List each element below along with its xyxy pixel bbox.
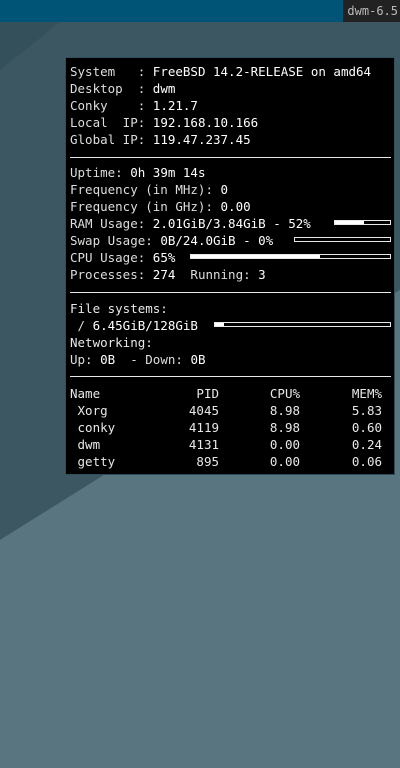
freq-mhz-row: Frequency (in MHz): 0 (70, 181, 228, 198)
running-value: 3 (258, 267, 266, 282)
ram-value: 2.01GiB/3.84GiB - 52% (152, 216, 311, 231)
ram-row: RAM Usage: 2.01GiB/3.84GiB - 52% (70, 215, 311, 232)
root-fs-row: / 6.45GiB/128GiB (70, 317, 198, 334)
divider (70, 292, 391, 293)
swap-value: 0B/24.0GiB - 0% (160, 233, 274, 248)
process-row: conky 4119 8.98 0.60 (70, 419, 388, 436)
col-pid-header: PID (196, 386, 219, 401)
network-row: Up: 0B - Down: 0B (70, 351, 206, 368)
cpu-label: CPU Usage: (70, 250, 153, 265)
desktop-label: Desktop : (70, 81, 153, 96)
process-row: Xorg 4045 8.98 5.83 (70, 402, 388, 419)
divider (70, 157, 391, 158)
swap-usage-bar (294, 237, 391, 242)
uptime-value: 0h 39m 14s (130, 165, 206, 180)
system-row: System : FreeBSD 14.2-RELEASE on amd64 (70, 63, 371, 80)
down-label: - Down: (115, 352, 191, 367)
running-label: Running: (175, 267, 259, 282)
uptime-label: Uptime: (70, 165, 131, 180)
local-ip-value: 192.168.10.166 (152, 115, 259, 130)
processes-row: Processes: 274 Running: 3 (70, 266, 266, 283)
process-pid: 4119 (188, 420, 219, 435)
processes-value: 274 (152, 267, 176, 282)
dwm-status-bar: dwm-6.5 (0, 0, 400, 22)
global-ip-value: 119.47.237.45 (152, 132, 251, 147)
conky-version: 1.21.7 (152, 98, 198, 113)
processes-label: Processes: (70, 267, 153, 282)
col-cpu-header: CPU% (269, 386, 300, 401)
status-text: dwm-6.5 (343, 0, 400, 22)
process-pid: 895 (196, 454, 219, 469)
process-cpu: 0.00 (269, 437, 300, 452)
down-value: 0B (190, 352, 206, 367)
process-mem: 0.24 (351, 437, 382, 452)
cpu-value: 65% (152, 250, 176, 265)
process-name: dwm (70, 437, 101, 452)
local-ip-row: Local IP: 192.168.10.166 (70, 114, 258, 131)
process-cpu: 8.98 (269, 420, 300, 435)
process-mem: 5.83 (351, 403, 382, 418)
col-name-header: Name (70, 386, 101, 401)
cpu-usage-fill (191, 255, 321, 258)
desktop-value: dwm (152, 81, 176, 96)
conky-label: Conky : (70, 98, 153, 113)
process-name: Xorg (70, 403, 108, 418)
conky-version-row: Conky : 1.21.7 (70, 97, 198, 114)
global-ip-label: Global IP: (70, 132, 153, 147)
root-fs-fill (215, 323, 224, 326)
root-fs-bar (214, 322, 391, 327)
local-ip-label: Local IP: (70, 115, 153, 130)
ram-label: RAM Usage: (70, 216, 153, 231)
freq-mhz-label: Frequency (in MHz): (70, 182, 221, 197)
process-cpu: 8.98 (269, 403, 300, 418)
networking-title: Networking: (70, 335, 153, 350)
process-mem: 0.60 (351, 420, 382, 435)
process-name: getty (70, 454, 116, 469)
uptime-row: Uptime: 0h 39m 14s (70, 164, 205, 181)
desktop-row: Desktop : dwm (70, 80, 175, 97)
divider (70, 376, 391, 377)
ram-usage-fill (335, 221, 364, 224)
process-table-header: Name PID CPU% MEM% (70, 385, 388, 402)
cpu-row: CPU Usage: 65% (70, 249, 175, 266)
root-fs-value: 6.45GiB/128GiB (92, 318, 198, 333)
filesystems-title: File systems: (70, 301, 168, 316)
system-label: System : (70, 64, 153, 79)
swap-row: Swap Usage: 0B/24.0GiB - 0% (70, 232, 273, 249)
process-cpu: 0.00 (269, 454, 300, 469)
freq-ghz-label: Frequency (in GHz): (70, 199, 221, 214)
process-pid: 4131 (188, 437, 219, 452)
process-row: dwm 4131 0.00 0.24 (70, 436, 388, 453)
ram-usage-bar (334, 220, 391, 225)
process-mem: 0.06 (351, 454, 382, 469)
process-name: conky (70, 420, 116, 435)
global-ip-row: Global IP: 119.47.237.45 (70, 131, 251, 148)
freq-mhz-value: 0 (220, 182, 229, 197)
freq-ghz-row: Frequency (in GHz): 0.00 (70, 198, 251, 215)
cpu-usage-bar (190, 254, 391, 259)
root-fs-label: / (70, 318, 93, 333)
process-pid: 4045 (188, 403, 219, 418)
process-row: getty 895 0.00 0.06 (70, 453, 388, 470)
up-value: 0B (100, 352, 116, 367)
col-mem-header: MEM% (351, 386, 382, 401)
up-label: Up: (70, 352, 101, 367)
conky-panel: System : FreeBSD 14.2-RELEASE on amd64 D… (65, 57, 395, 475)
system-value: FreeBSD 14.2-RELEASE on amd64 (152, 64, 372, 79)
freq-ghz-value: 0.00 (220, 199, 251, 214)
swap-label: Swap Usage: (70, 233, 161, 248)
